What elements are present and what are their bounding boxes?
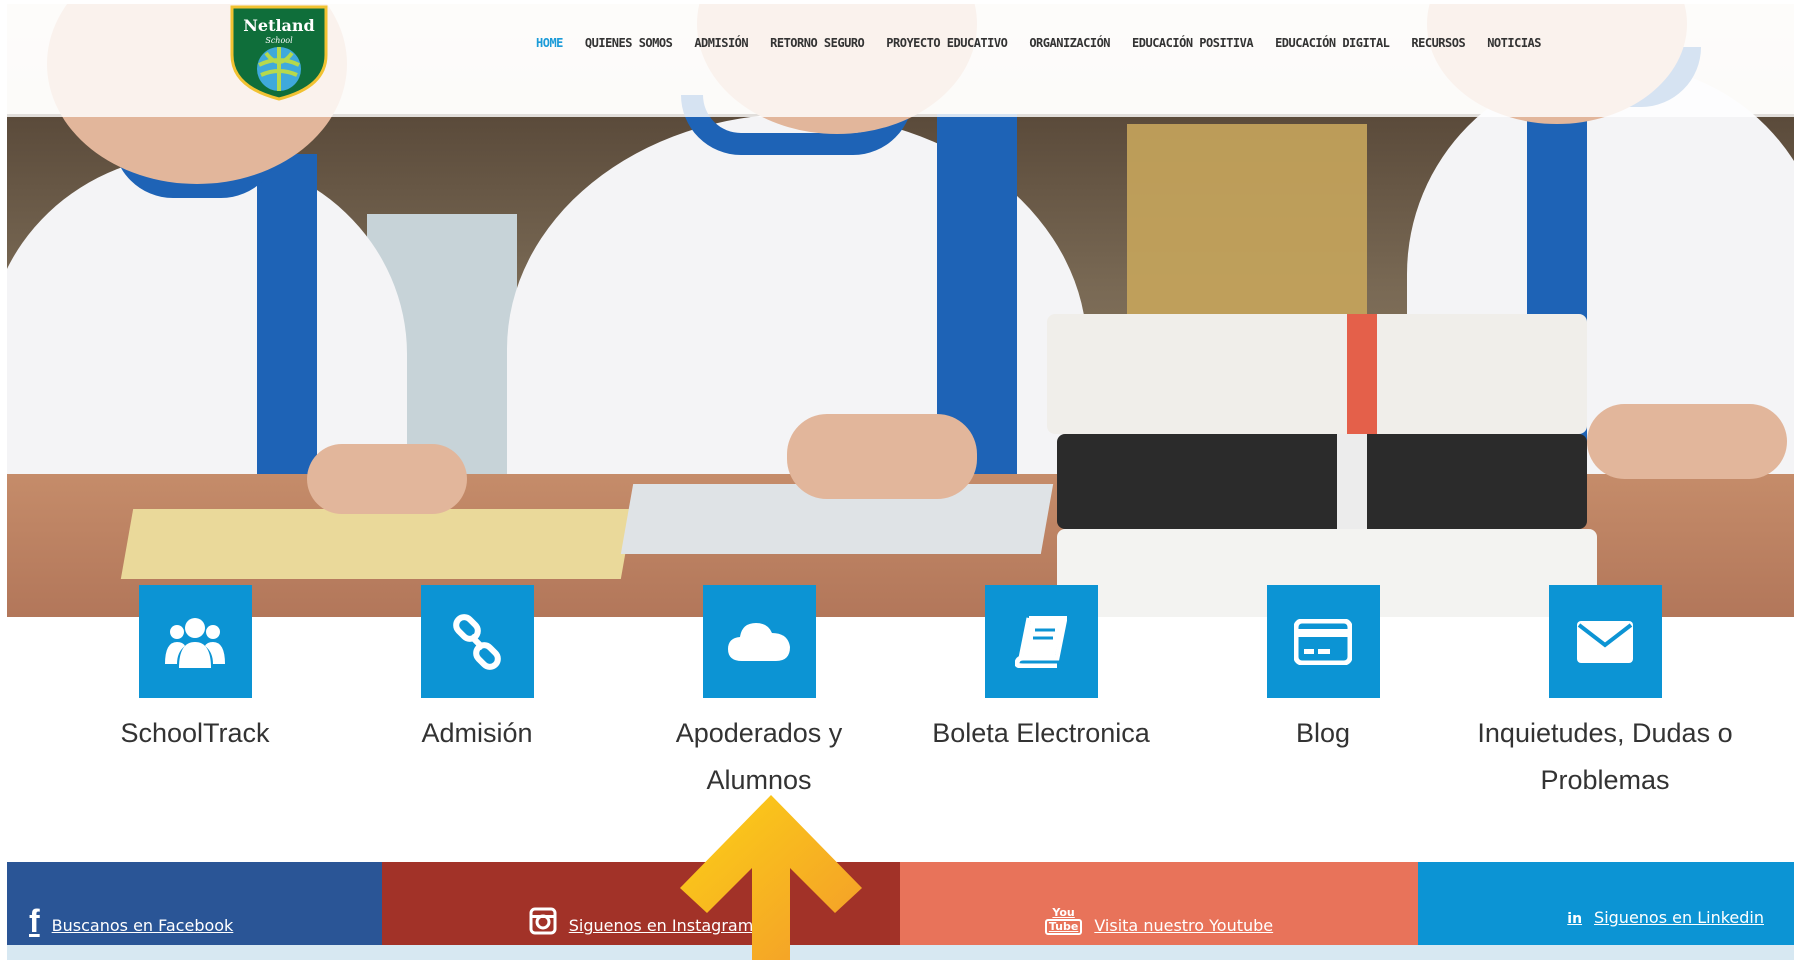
quick-link-apoderados[interactable]: Apoderados y Alumnos <box>629 585 889 804</box>
hand <box>307 444 467 514</box>
site-header: Netland School HOME QUIENES SOMOS ADMISI… <box>0 0 1794 117</box>
credit-card-icon <box>1294 618 1352 665</box>
nav-home[interactable]: HOME <box>536 36 563 50</box>
quick-link-icon-box[interactable] <box>420 585 534 698</box>
quick-link-icon-box[interactable] <box>984 585 1098 698</box>
quick-link-inquietudes[interactable]: Inquietudes, Dudas o Problemas <box>1475 585 1735 804</box>
facebook-icon: f <box>29 903 40 939</box>
cloud-icon <box>728 622 790 661</box>
quick-link-label[interactable]: Admisión <box>347 710 607 757</box>
quick-link-schooltrack[interactable]: SchoolTrack <box>65 585 325 757</box>
youtube-link[interactable]: You Tube Visita nuestro Youtube <box>900 862 1418 945</box>
hand <box>787 414 977 499</box>
logo-subtext: School <box>265 36 293 45</box>
quick-link-label[interactable]: SchoolTrack <box>65 710 325 757</box>
hand <box>1587 404 1787 479</box>
nav-quienes-somos[interactable]: QUIENES SOMOS <box>585 36 673 50</box>
nav-educacion-positiva[interactable]: EDUCACIÓN POSITIVA <box>1132 36 1254 50</box>
netland-logo[interactable]: Netland School <box>226 5 332 101</box>
link-icon <box>453 613 501 670</box>
quick-link-boleta[interactable]: Boleta Electronica <box>911 585 1171 757</box>
nav-recursos[interactable]: RECURSOS <box>1411 36 1465 50</box>
quick-link-icon-box[interactable] <box>1548 585 1662 698</box>
footer-divider <box>7 945 1794 960</box>
nav-educacion-digital[interactable]: EDUCACIÓN DIGITAL <box>1275 36 1390 50</box>
linkedin-link[interactable]: in Siguenos en Linkedin <box>1418 862 1794 945</box>
social-bar: f Buscanos en Facebook Siguenos en Insta… <box>7 862 1794 945</box>
quick-link-label[interactable]: Boleta Electronica <box>911 710 1171 757</box>
quick-link-label[interactable]: Inquietudes, Dudas o Problemas <box>1475 710 1735 804</box>
book-stack <box>1047 314 1587 434</box>
users-icon <box>165 617 225 668</box>
quick-link-label[interactable]: Blog <box>1193 710 1453 757</box>
poster <box>1127 124 1367 314</box>
facebook-link[interactable]: f Buscanos en Facebook <box>7 862 382 945</box>
linkedin-icon: in <box>1567 911 1583 927</box>
quick-link-icon-box[interactable] <box>1266 585 1380 698</box>
quick-link-blog[interactable]: Blog <box>1193 585 1453 757</box>
open-book <box>120 509 634 579</box>
quick-link-admision[interactable]: Admisión <box>347 585 607 757</box>
youtube-icon-bottom: Tube <box>1044 919 1083 935</box>
youtube-label: Visita nuestro Youtube <box>1094 916 1274 935</box>
instagram-icon <box>529 907 557 935</box>
facebook-label: Buscanos en Facebook <box>51 916 234 935</box>
nav-noticias[interactable]: NOTICIAS <box>1487 36 1541 50</box>
quick-link-icon-box[interactable] <box>138 585 252 698</box>
quick-links: SchoolTrack Admisión Apoderados y Alumno… <box>0 585 1794 805</box>
linkedin-label: Siguenos en Linkedin <box>1594 908 1764 927</box>
book-icon <box>1015 615 1067 668</box>
quick-link-label[interactable]: Apoderados y Alumnos <box>629 710 889 804</box>
arrow-up-icon <box>680 795 862 960</box>
nav-retorno-seguro[interactable]: RETORNO SEGURO <box>770 36 865 50</box>
nav-proyecto-educativo[interactable]: PROYECTO EDUCATIVO <box>886 36 1008 50</box>
nav-organizacion[interactable]: ORGANIZACIÓN <box>1029 36 1110 50</box>
logo-text: Netland <box>243 16 314 35</box>
nav-admision[interactable]: ADMISIÓN <box>694 36 748 50</box>
book-stack <box>1057 434 1587 529</box>
envelope-icon <box>1577 620 1633 663</box>
youtube-icon-top: You <box>1052 906 1075 919</box>
youtube-icon: You Tube <box>1044 906 1083 935</box>
quick-link-icon-box[interactable] <box>702 585 816 698</box>
main-nav: HOME QUIENES SOMOS ADMISIÓN RETORNO SEGU… <box>536 36 1563 50</box>
